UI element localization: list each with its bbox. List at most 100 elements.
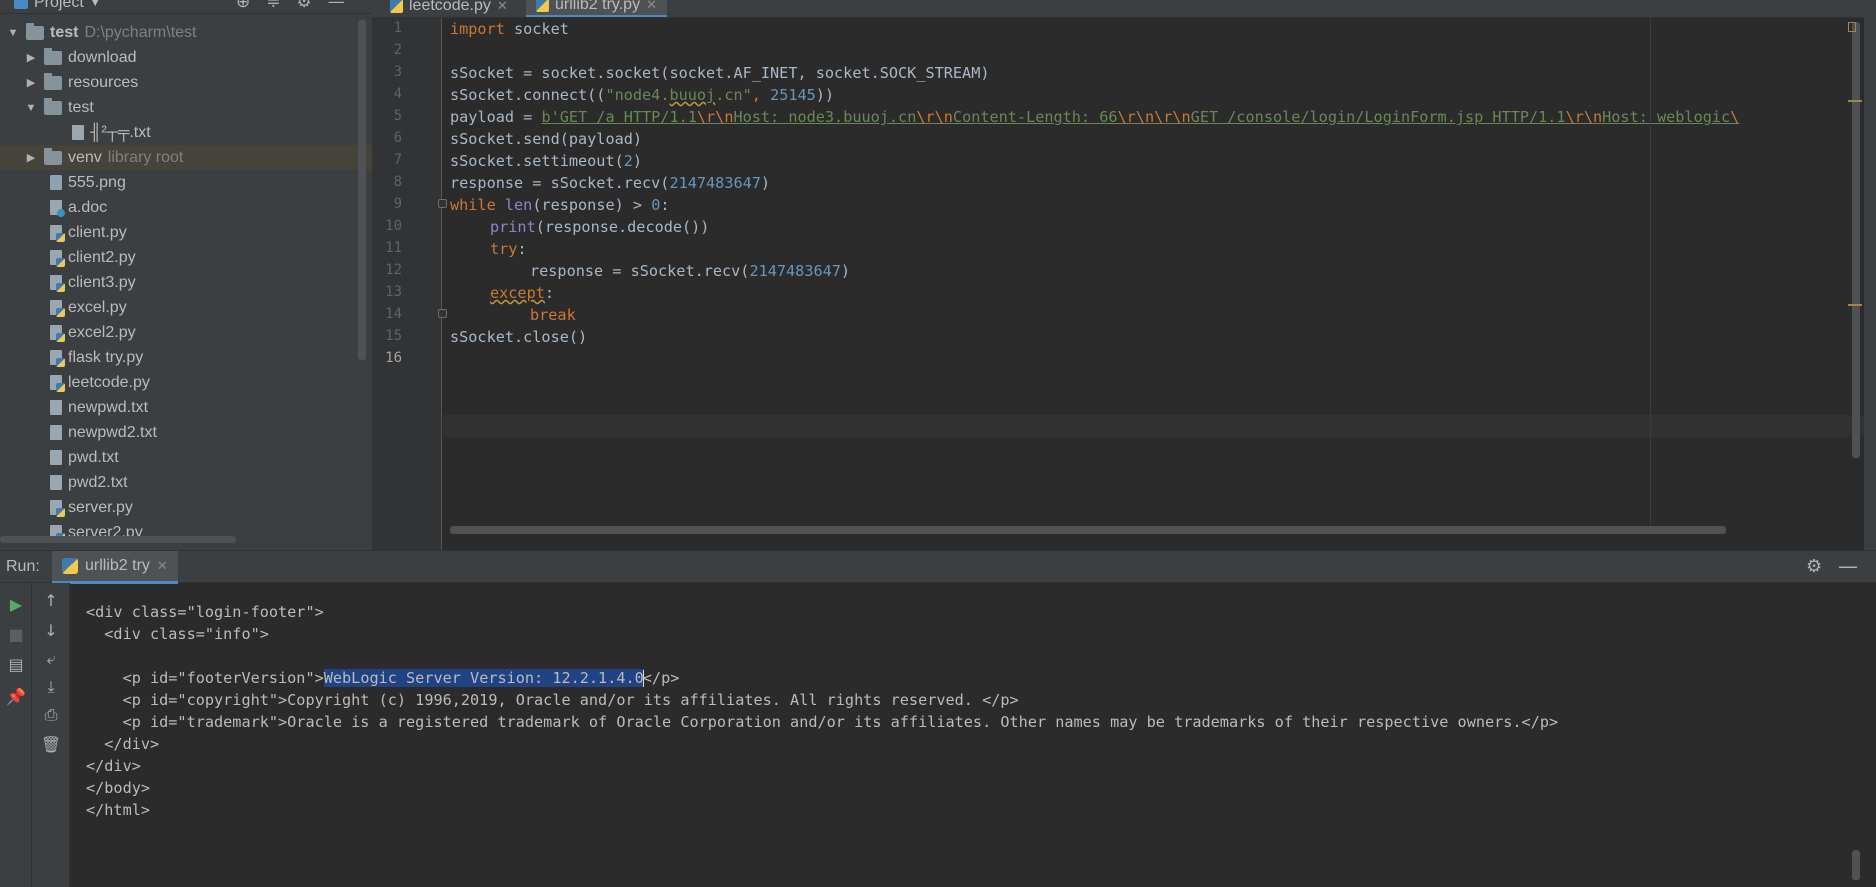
library-root-hint: library root bbox=[107, 148, 184, 166]
print-icon[interactable]: ⎙ bbox=[39, 705, 63, 725]
project-vertical-scrollbar[interactable] bbox=[358, 20, 366, 360]
code-line-5: payload = b'GET /a HTTP/1.1\r\nHost: nod… bbox=[450, 106, 1739, 128]
tree-item-label: client.py bbox=[68, 223, 127, 241]
collapse-all-icon[interactable]: ≑ bbox=[266, 0, 280, 12]
tree-item-excel-py[interactable]: excel.py bbox=[0, 295, 372, 320]
tab-urllib2-try-py[interactable]: urllib2 try.py ✕ bbox=[526, 0, 667, 17]
code-text: response = sSocket.recv( bbox=[530, 262, 750, 280]
stop-icon[interactable]: ■ bbox=[4, 625, 28, 644]
tree-item-a-doc[interactable]: a.doc bbox=[0, 195, 372, 220]
tab-leetcode-py[interactable]: leetcode.py ✕ bbox=[380, 0, 518, 17]
code-line-9: while len(response) > 0: bbox=[450, 194, 670, 216]
tree-item-label: a.doc bbox=[68, 198, 108, 216]
line-number-gutter[interactable]: 1 2 3 4 5 6 7 8 9 10 11 12 13 14 15 16 bbox=[372, 18, 442, 550]
expanded-arrow-icon[interactable]: ▼ bbox=[6, 27, 20, 39]
trash-icon[interactable]: 🗑 bbox=[39, 735, 63, 754]
gear-icon[interactable]: ⚙ bbox=[297, 0, 312, 12]
warning-stripe[interactable] bbox=[1848, 304, 1862, 306]
line-number: 7 bbox=[393, 152, 402, 168]
python-file-icon bbox=[50, 275, 65, 292]
tree-item-flask-try-py[interactable]: flask try.py bbox=[0, 345, 372, 370]
tree-item-excel2-py[interactable]: excel2.py bbox=[0, 320, 372, 345]
tree-item-555-png[interactable]: 555.png bbox=[0, 170, 372, 195]
code-line-1: import socket bbox=[450, 18, 569, 40]
tree-item-test-folder[interactable]: ▼ test bbox=[0, 95, 372, 120]
output-line: <p id="copyright">Copyright (c) 1996,201… bbox=[86, 691, 1019, 709]
code-text: response = sSocket.recv( bbox=[450, 174, 670, 192]
code-text: (response) > bbox=[532, 196, 652, 214]
bytes-string: GET /console/login/LoginForm.jsp HTTP/1.… bbox=[1190, 108, 1566, 126]
tree-item-txt-garbled[interactable]: ╢²┬╤.txt bbox=[0, 120, 372, 145]
database-tool-button[interactable] bbox=[1865, 10, 1875, 170]
close-icon[interactable]: ✕ bbox=[497, 0, 508, 14]
tree-item-pwd-txt[interactable]: pwd.txt bbox=[0, 445, 372, 470]
output-line: </div> bbox=[86, 735, 160, 753]
run-primary-toolbar: ▶ ■ ▤ 📌 bbox=[0, 583, 32, 887]
tree-item-label: client2.py bbox=[68, 248, 136, 266]
tree-item-pwd2-txt[interactable]: pwd2.txt bbox=[0, 470, 372, 495]
minimize-icon[interactable]: — bbox=[328, 0, 345, 12]
gear-icon[interactable]: ⚙ bbox=[1806, 556, 1822, 577]
code-line-14: break bbox=[530, 304, 576, 326]
code-text: : bbox=[544, 284, 555, 302]
warning-stripe[interactable] bbox=[1848, 100, 1862, 102]
locate-icon[interactable]: ⊕ bbox=[236, 0, 250, 12]
run-label: Run: bbox=[6, 558, 40, 575]
line-number: 14 bbox=[385, 306, 402, 322]
tree-item-label: excel2.py bbox=[68, 323, 136, 341]
tree-item-leetcode-py[interactable]: leetcode.py bbox=[0, 370, 372, 395]
tree-item-client2-py[interactable]: client2.py bbox=[0, 245, 372, 270]
inspection-status-icon[interactable] bbox=[1848, 22, 1856, 32]
bytes-string: Host: weblogic bbox=[1602, 108, 1731, 126]
line-number: 15 bbox=[385, 328, 402, 344]
fold-marker-icon[interactable] bbox=[438, 199, 447, 208]
editor-tab-bar: leetcode.py ✕ urllib2 try.py ✕ bbox=[372, 0, 1876, 18]
console-vertical-scrollbar[interactable] bbox=[1852, 850, 1860, 880]
console-output[interactable]: <div class="login-footer"> <div class="i… bbox=[70, 583, 1850, 887]
selected-text[interactable]: WebLogic Server Version: 12.2.1.4.0 bbox=[323, 669, 644, 687]
code-text: sSocket.connect(( bbox=[450, 86, 606, 104]
code-line-3: sSocket = socket.socket(socket.AF_INET, … bbox=[450, 64, 990, 82]
expanded-arrow-icon[interactable]: ▼ bbox=[24, 102, 38, 114]
collapsed-arrow-icon[interactable]: ▶ bbox=[24, 151, 38, 164]
escape-sequence: \ bbox=[1730, 108, 1740, 126]
scroll-to-end-icon[interactable]: ⤓ bbox=[39, 677, 63, 697]
tree-item-server-py[interactable]: server.py bbox=[0, 495, 372, 520]
close-icon[interactable]: ✕ bbox=[157, 558, 168, 574]
run-tab-urllib2-try[interactable]: urllib2 try ✕ bbox=[52, 551, 178, 584]
doc-file-icon bbox=[50, 200, 65, 217]
tree-item-label: client3.py bbox=[68, 273, 136, 291]
fold-marker-icon[interactable] bbox=[438, 309, 447, 318]
builtin: len bbox=[504, 196, 533, 214]
project-horizontal-scrollbar[interactable] bbox=[0, 536, 236, 543]
collapsed-arrow-icon[interactable]: ▶ bbox=[24, 76, 38, 89]
output-line: </html> bbox=[86, 801, 151, 819]
down-arrow-icon[interactable]: ↓ bbox=[39, 621, 63, 640]
editor-horizontal-scrollbar[interactable] bbox=[450, 526, 1726, 534]
project-title: Project bbox=[34, 0, 84, 11]
editor-vertical-scrollbar[interactable] bbox=[1852, 22, 1860, 458]
project-view-selector[interactable]: Project ▼ bbox=[14, 0, 101, 12]
tree-root[interactable]: ▼ test D:\pycharm\test bbox=[0, 20, 372, 45]
tree-item-client-py[interactable]: client.py bbox=[0, 220, 372, 245]
tree-item-download[interactable]: ▶ download bbox=[0, 45, 372, 70]
minimize-icon[interactable]: — bbox=[1838, 554, 1858, 578]
close-icon[interactable]: ✕ bbox=[646, 0, 657, 13]
pin-icon[interactable]: 📌 bbox=[4, 687, 28, 706]
up-arrow-icon[interactable]: ↑ bbox=[39, 591, 63, 610]
tree-item-newpwd2-txt[interactable]: newpwd2.txt bbox=[0, 420, 372, 445]
tree-item-resources[interactable]: ▶ resources bbox=[0, 70, 372, 95]
soft-wrap-icon[interactable]: ⤶ bbox=[39, 649, 63, 669]
rerun-icon[interactable]: ▶ bbox=[4, 595, 28, 614]
tree-item-venv[interactable]: ▶ venv library root bbox=[0, 145, 372, 170]
collapsed-arrow-icon[interactable]: ▶ bbox=[24, 51, 38, 64]
code-editor[interactable]: 1 2 3 4 5 6 7 8 9 10 11 12 13 14 15 16 i… bbox=[372, 18, 1876, 550]
number: 2147483647 bbox=[669, 174, 761, 192]
layout-icon[interactable]: ▤ bbox=[4, 655, 28, 674]
code-text: : bbox=[517, 240, 527, 258]
python-file-icon bbox=[390, 0, 403, 13]
code-text: : bbox=[660, 196, 670, 214]
tree-item-client3-py[interactable]: client3.py bbox=[0, 270, 372, 295]
tree-item-newpwd-txt[interactable]: newpwd.txt bbox=[0, 395, 372, 420]
run-header: Run: urllib2 try ✕ ⚙ — bbox=[0, 550, 1876, 584]
